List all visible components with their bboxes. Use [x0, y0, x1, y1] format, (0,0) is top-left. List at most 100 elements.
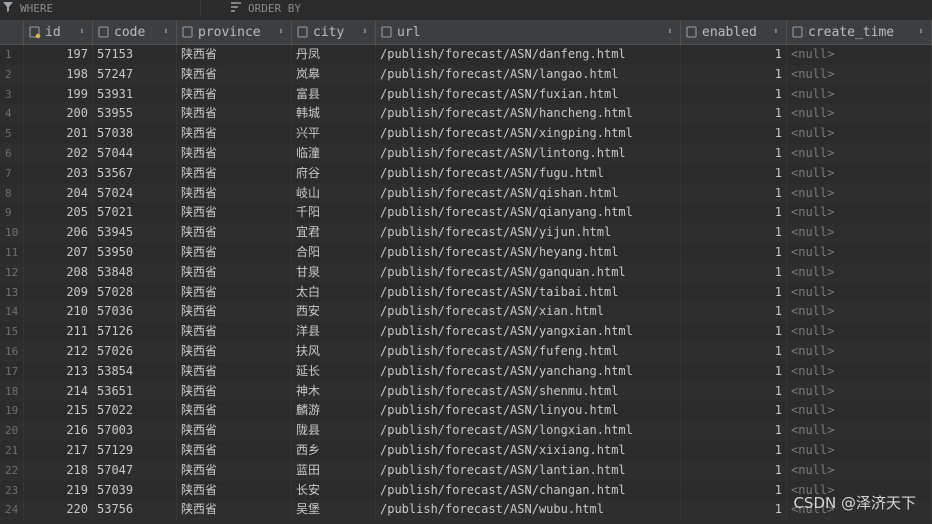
cell-province[interactable]: 陕西省 [177, 322, 292, 342]
cell-province[interactable]: 陕西省 [177, 441, 292, 461]
cell-id[interactable]: 215 [24, 401, 93, 422]
cell-code[interactable]: 57022 [93, 401, 177, 422]
order-by-filter[interactable]: ORDER BY [228, 0, 301, 17]
cell-province[interactable]: 陕西省 [177, 223, 292, 243]
table-row[interactable]: 11 207 53950 陕西省 合阳/publish/forecast/ASN/hey… [0, 243, 932, 263]
cell-code[interactable]: 57038 [93, 124, 177, 144]
cell-id[interactable]: 218 [24, 460, 93, 481]
cell-code[interactable]: 57039 [93, 480, 177, 501]
cell-code[interactable]: 53854 [93, 361, 177, 382]
column-header-city[interactable]: city ⬍ [292, 20, 376, 44]
cell-create-time[interactable]: <null> [787, 223, 932, 243]
table-row[interactable]: 10 206 53945 陕西省 宜君/publish/forecast/ASN/yij… [0, 223, 932, 243]
table-row[interactable]: 19 215 57022 陕西省 麟游/publish/forecast/ASN/lin… [0, 401, 932, 422]
cell-code[interactable]: 53848 [93, 262, 177, 283]
cell-code[interactable]: 53955 [93, 104, 177, 125]
cell-id[interactable]: 208 [24, 262, 93, 283]
sort-arrows-icon[interactable]: ⬍ [275, 27, 287, 37]
cell-city[interactable]: 岚皋 [292, 64, 376, 85]
cell-id[interactable]: 201 [24, 124, 93, 144]
cell-city[interactable]: 扶风 [292, 342, 376, 362]
cell-url[interactable]: /publish/forecast/ASN/qianyang.html [376, 203, 681, 224]
cell-create-time[interactable]: <null> [787, 163, 932, 184]
cell-url[interactable]: /publish/forecast/ASN/qishan.html [376, 183, 681, 204]
cell-create-time[interactable]: <null> [787, 381, 932, 402]
cell-code[interactable]: 57036 [93, 302, 177, 323]
cell-province[interactable]: 陕西省 [177, 262, 292, 283]
cell-enabled[interactable]: 1 [681, 45, 787, 65]
cell-enabled[interactable]: 1 [681, 322, 787, 342]
cell-create-time[interactable]: <null> [787, 84, 932, 105]
cell-province[interactable]: 陕西省 [177, 163, 292, 184]
cell-province[interactable]: 陕西省 [177, 401, 292, 422]
table-row[interactable]: 13 209 57028 陕西省 太白/publish/forecast/ASN/tai… [0, 282, 932, 303]
cell-enabled[interactable]: 1 [681, 441, 787, 461]
sort-arrows-icon[interactable]: ⬍ [76, 27, 88, 37]
cell-create-time[interactable]: <null> [787, 243, 932, 263]
cell-code[interactable]: 53567 [93, 163, 177, 184]
table-row[interactable]: 24 220 53756 陕西省 吴堡/publish/forecast/ASN/wub… [0, 500, 932, 521]
cell-city[interactable]: 西乡 [292, 441, 376, 461]
cell-city[interactable]: 太白 [292, 282, 376, 303]
cell-enabled[interactable]: 1 [681, 84, 787, 105]
cell-code[interactable]: 53756 [93, 500, 177, 521]
cell-create-time[interactable]: <null> [787, 361, 932, 382]
cell-province[interactable]: 陕西省 [177, 361, 292, 382]
cell-enabled[interactable]: 1 [681, 163, 787, 184]
cell-enabled[interactable]: 1 [681, 104, 787, 125]
cell-create-time[interactable]: <null> [787, 64, 932, 85]
cell-enabled[interactable]: 1 [681, 124, 787, 144]
table-row[interactable]: 8 204 57024 陕西省 岐山/publish/forecast/ASN/qish… [0, 183, 932, 204]
cell-code[interactable]: 57026 [93, 342, 177, 362]
table-row[interactable]: 12 208 53848 陕西省 甘泉/publish/forecast/ASN/gan… [0, 262, 932, 283]
table-row[interactable]: 6 202 57044 陕西省 临潼/publish/forecast/ASN/lint… [0, 144, 932, 164]
cell-city[interactable]: 陇县 [292, 421, 376, 441]
cell-id[interactable]: 212 [24, 342, 93, 362]
cell-province[interactable]: 陕西省 [177, 302, 292, 323]
cell-province[interactable]: 陕西省 [177, 104, 292, 125]
table-row[interactable]: 9 205 57021 陕西省 千阳/publish/forecast/ASN/qian… [0, 203, 932, 224]
cell-enabled[interactable]: 1 [681, 64, 787, 85]
column-header-province[interactable]: province ⬍ [177, 20, 292, 44]
cell-code[interactable]: 57021 [93, 203, 177, 224]
cell-url[interactable]: /publish/forecast/ASN/danfeng.html [376, 45, 681, 65]
sort-arrows-icon[interactable]: ⬍ [770, 27, 782, 37]
cell-url[interactable]: /publish/forecast/ASN/fufeng.html [376, 342, 681, 362]
cell-create-time[interactable]: <null> [787, 282, 932, 303]
cell-url[interactable]: /publish/forecast/ASN/yijun.html [376, 223, 681, 243]
cell-code[interactable]: 57044 [93, 144, 177, 164]
cell-province[interactable]: 陕西省 [177, 421, 292, 441]
cell-code[interactable]: 57024 [93, 183, 177, 204]
cell-city[interactable]: 临潼 [292, 144, 376, 164]
table-row[interactable]: 20 216 57003 陕西省 陇县/publish/forecast/ASN/lon… [0, 421, 932, 441]
table-row[interactable]: 16 212 57026 陕西省 扶风/publish/forecast/ASN/fuf… [0, 342, 932, 362]
cell-create-time[interactable]: <null> [787, 262, 932, 283]
table-row[interactable]: 22 218 57047 陕西省 蓝田/publish/forecast/ASN/lan… [0, 460, 932, 481]
cell-province[interactable]: 陕西省 [177, 500, 292, 521]
cell-url[interactable]: /publish/forecast/ASN/xixiang.html [376, 441, 681, 461]
cell-city[interactable]: 延长 [292, 361, 376, 382]
cell-enabled[interactable]: 1 [681, 203, 787, 224]
table-row[interactable]: 2 198 57247 陕西省 岚皋/publish/forecast/ASN/lang… [0, 64, 932, 85]
cell-url[interactable]: /publish/forecast/ASN/fuxian.html [376, 84, 681, 105]
sort-arrows-icon[interactable]: ⬍ [915, 27, 927, 37]
cell-province[interactable]: 陕西省 [177, 342, 292, 362]
cell-province[interactable]: 陕西省 [177, 144, 292, 164]
cell-province[interactable]: 陕西省 [177, 460, 292, 481]
cell-id[interactable]: 209 [24, 282, 93, 303]
cell-province[interactable]: 陕西省 [177, 64, 292, 85]
sort-arrows-icon[interactable]: ⬍ [359, 27, 371, 37]
cell-create-time[interactable]: <null> [787, 441, 932, 461]
cell-city[interactable]: 丹凤 [292, 45, 376, 65]
cell-id[interactable]: 219 [24, 480, 93, 501]
cell-enabled[interactable]: 1 [681, 302, 787, 323]
table-row[interactable]: 17 213 53854 陕西省 延长/publish/forecast/ASN/yan… [0, 361, 932, 382]
cell-create-time[interactable]: <null> [787, 302, 932, 323]
cell-enabled[interactable]: 1 [681, 262, 787, 283]
cell-id[interactable]: 216 [24, 421, 93, 441]
cell-url[interactable]: /publish/forecast/ASN/fugu.html [376, 163, 681, 184]
cell-code[interactable]: 57047 [93, 460, 177, 481]
cell-city[interactable]: 府谷 [292, 163, 376, 184]
cell-enabled[interactable]: 1 [681, 223, 787, 243]
cell-code[interactable]: 53931 [93, 84, 177, 105]
